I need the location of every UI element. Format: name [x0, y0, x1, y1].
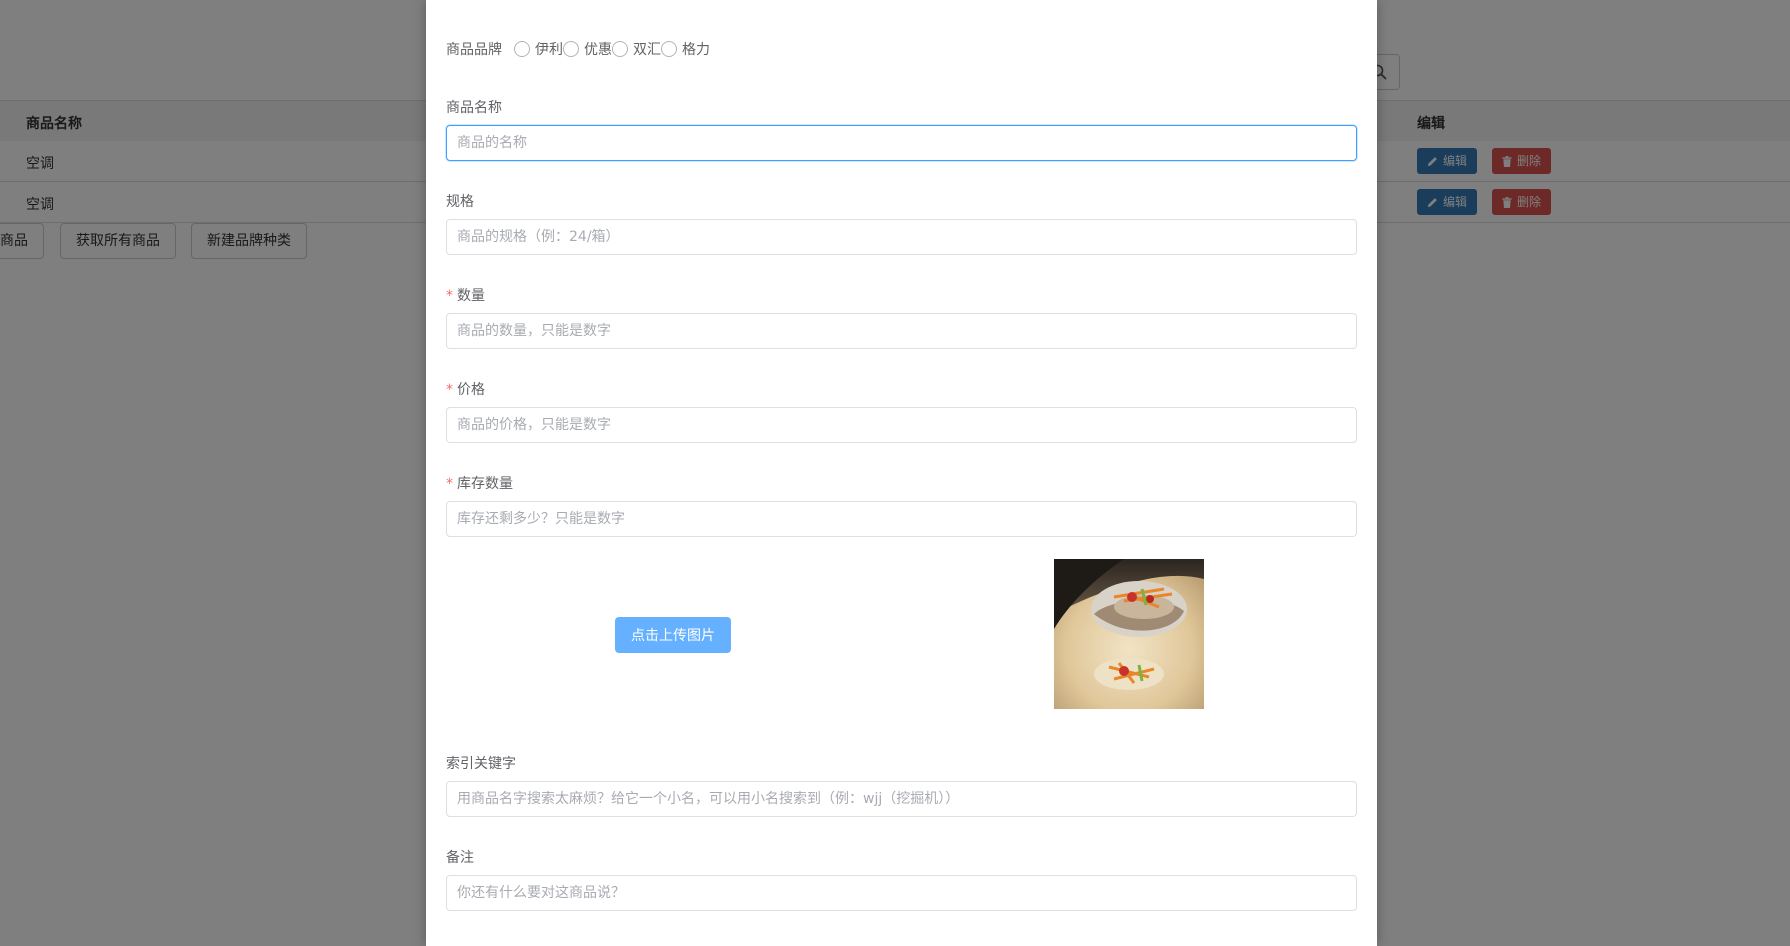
price-label: * 价格 — [446, 379, 485, 399]
brand-option-youhui[interactable]: 优惠 — [563, 39, 612, 59]
quantity-label-text: 数量 — [457, 288, 485, 304]
keywords-input[interactable] — [446, 781, 1357, 817]
name-label: 商品名称 — [446, 97, 502, 117]
brand-option-geli[interactable]: 格力 — [661, 39, 710, 59]
required-mark: * — [446, 476, 453, 492]
stock-label: * 库存数量 — [446, 473, 513, 493]
remark-label: 备注 — [446, 847, 474, 867]
brand-option-yili[interactable]: 伊利 — [514, 39, 563, 59]
keywords-label-text: 索引关键字 — [446, 756, 516, 772]
food-photo — [1054, 559, 1204, 709]
name-label-text: 商品名称 — [446, 100, 502, 116]
stock-input[interactable] — [446, 501, 1357, 537]
product-name-input[interactable] — [446, 125, 1357, 161]
brand-option-label: 格力 — [682, 42, 710, 58]
radio-circle[interactable] — [661, 41, 677, 57]
price-input[interactable] — [446, 407, 1357, 443]
stock-label-text: 库存数量 — [457, 476, 513, 492]
price-label-text: 价格 — [457, 382, 485, 398]
brand-option-shuanghui[interactable]: 双汇 — [612, 39, 661, 59]
radio-circle[interactable] — [563, 41, 579, 57]
required-mark: * — [446, 288, 453, 304]
radio-circle[interactable] — [514, 41, 530, 57]
brand-label: 商品品牌 — [446, 42, 502, 58]
brand-option-label: 优惠 — [584, 42, 612, 58]
spec-label: 规格 — [446, 191, 474, 211]
remark-input[interactable] — [446, 875, 1357, 911]
upload-image-button[interactable]: 点击上传图片 — [615, 617, 731, 653]
keywords-label: 索引关键字 — [446, 753, 516, 773]
brand-option-label: 伊利 — [535, 42, 563, 58]
product-image-preview — [1054, 559, 1204, 709]
brand-option-label: 双汇 — [633, 42, 661, 58]
remark-label-text: 备注 — [446, 850, 474, 866]
spec-input[interactable] — [446, 219, 1357, 255]
brand-radio-group: 商品品牌 伊利 优惠 双汇 格力 — [446, 38, 710, 60]
quantity-label: * 数量 — [446, 285, 485, 305]
product-form-dialog: 商品品牌 伊利 优惠 双汇 格力 商品名称 规格 *数量 *价格 — [426, 0, 1377, 946]
radio-circle[interactable] — [612, 41, 628, 57]
quantity-input[interactable] — [446, 313, 1357, 349]
required-mark: * — [446, 382, 453, 398]
spec-label-text: 规格 — [446, 194, 474, 210]
